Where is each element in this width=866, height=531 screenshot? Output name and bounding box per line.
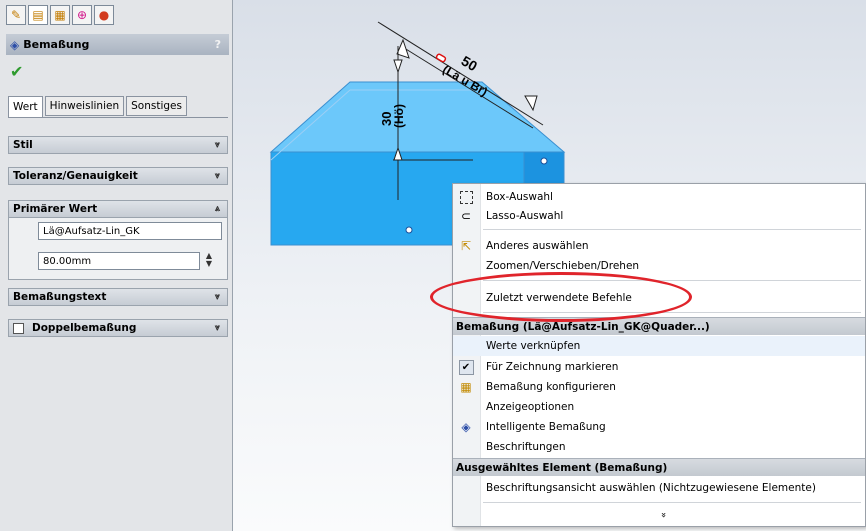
arrowhead-icon <box>524 95 538 112</box>
tab-wert[interactable]: Wert <box>8 96 43 118</box>
menu-item-label: Für Zeichnung markieren <box>486 361 619 373</box>
menu-item-label: Beschriftungsansicht auswählen (Nichtzug… <box>486 482 816 494</box>
arrowhead-icon <box>393 59 403 74</box>
box-select-icon <box>457 188 475 206</box>
menu-item-lasso-auswahl[interactable]: ⊂ Lasso-Auswahl <box>453 206 865 226</box>
checkbox-checked-icon: ✔ <box>457 358 475 376</box>
dimxpert-manager-icon: ⊕ <box>76 8 88 22</box>
menu-item-label: Anderes auswählen <box>486 240 589 252</box>
checkmark-icon: ✔ <box>10 62 24 81</box>
doppelbemassung-checkbox[interactable] <box>13 322 24 334</box>
menu-item-label: Box-Auswahl <box>486 191 553 203</box>
spin-down-icon[interactable]: ▼ <box>200 260 218 268</box>
chevron-up-icon: ⩓ <box>214 204 220 214</box>
chevron-down-icon: ⩔ <box>214 140 220 150</box>
group-toleranz[interactable]: Toleranz/Genauigkeit ⩔ <box>8 167 228 185</box>
feature-manager-icon: ✎ <box>10 8 22 22</box>
highlight-ellipse <box>430 272 692 322</box>
help-icon[interactable]: ? <box>215 38 221 51</box>
tab-sonstiges[interactable]: Sonstiges <box>126 96 187 116</box>
menu-separator <box>483 502 861 503</box>
chevron-down-icon: ⩔ <box>214 323 220 333</box>
menu-item-box-auswahl[interactable]: Box-Auswahl <box>453 187 865 207</box>
configuration-manager-tab[interactable]: ▦ <box>50 5 70 25</box>
chevron-down-icon: ⩔ <box>214 171 220 181</box>
group-stil[interactable]: Stil ⩔ <box>8 136 228 154</box>
arrowhead-icon <box>396 38 410 59</box>
configure-dimension-icon: ▦ <box>460 380 472 394</box>
menu-separator <box>483 229 861 230</box>
group-stil-label: Stil <box>13 139 33 151</box>
menu-item-werte-verknuepfen[interactable]: Werte verknüpfen <box>453 336 865 356</box>
group-bemassungstext[interactable]: Bemaßungstext ⩔ <box>8 288 228 306</box>
menu-item-anderes-auswaehlen[interactable]: ⇱ Anderes auswählen <box>453 236 865 256</box>
menu-item-beschriftungsansicht[interactable]: Beschriftungsansicht auswählen (Nichtzug… <box>453 478 865 498</box>
group-doppel-label: Doppelbemaßung <box>32 322 137 334</box>
property-manager-header: ◈ Bemaßung ? <box>6 34 229 55</box>
property-manager-icon: ▤ <box>32 8 44 22</box>
dimension-value-field[interactable]: 80.00mm <box>38 252 200 270</box>
dimension-vertical-label[interactable]: (Hö) <box>392 104 406 128</box>
property-manager-tab[interactable]: ▤ <box>28 5 48 25</box>
menu-item-label: Bemaßung konfigurieren <box>486 381 616 393</box>
box-top-face[interactable] <box>269 81 566 153</box>
context-menu: Box-Auswahl ⊂ Lasso-Auswahl ⇱ Anderes au… <box>452 183 866 527</box>
value-spinner[interactable]: ▲ ▼ <box>200 252 218 270</box>
manager-tabstrip: ✎ ▤ ▦ ⊕ ● <box>6 5 114 27</box>
menu-item-label: Werte verknüpfen <box>486 340 581 352</box>
group-bemassungstext-label: Bemaßungstext <box>13 291 107 303</box>
ok-button[interactable]: ✔ <box>10 62 23 81</box>
menu-item-fuer-zeichnung-markieren[interactable]: ✔ Für Zeichnung markieren <box>453 357 865 377</box>
group-doppelbemassung[interactable]: Doppelbemaßung ⩔ <box>8 319 228 337</box>
menu-item-label: Beschriftungen <box>486 441 566 453</box>
point-marker <box>405 226 413 234</box>
dimxpert-manager-tab[interactable]: ⊕ <box>72 5 92 25</box>
menu-section-ausgewaehltes-element: Ausgewähltes Element (Bemaßung) <box>453 458 865 476</box>
configuration-manager-icon: ▦ <box>54 8 66 22</box>
dimension-icon: ◈ <box>10 37 20 52</box>
display-manager-icon: ● <box>98 8 110 22</box>
menu-item-intelligente-bemassung[interactable]: ◈ Intelligente Bemaßung <box>453 417 865 437</box>
menu-expand-chevron-icon[interactable]: » <box>650 506 668 524</box>
property-manager-panel: ✎ ▤ ▦ ⊕ ● ◈ Bemaßung ? ✔ Wert Hinweislin… <box>0 0 233 531</box>
feature-manager-tab[interactable]: ✎ <box>6 5 26 25</box>
dimension-name-field[interactable]: Lä@Aufsatz-Lin_GK <box>38 222 222 240</box>
property-subtabs: Wert Hinweislinien Sonstiges <box>8 96 187 118</box>
tab-hinweislinien[interactable]: Hinweislinien <box>44 96 125 116</box>
group-primaer-label: Primärer Wert <box>13 203 98 215</box>
menu-item-anzeigeoptionen[interactable]: Anzeigeoptionen <box>453 397 865 417</box>
menu-item-label: Lasso-Auswahl <box>486 210 564 222</box>
smart-dimension-icon: ◈ <box>461 420 471 434</box>
menu-item-label: Anzeigeoptionen <box>486 401 575 413</box>
point-marker <box>540 157 548 165</box>
link-icon <box>435 53 447 63</box>
display-manager-tab[interactable]: ● <box>94 5 114 25</box>
property-manager-title: Bemaßung <box>23 38 90 51</box>
menu-item-label: Zoomen/Verschieben/Drehen <box>486 260 640 272</box>
menu-item-beschriftungen[interactable]: Beschriftungen <box>453 437 865 457</box>
chevron-down-icon: ⩔ <box>214 292 220 302</box>
menu-item-label: Intelligente Bemaßung <box>486 421 606 433</box>
group-toleranz-label: Toleranz/Genauigkeit <box>13 170 138 182</box>
select-other-icon: ⇱ <box>460 239 472 253</box>
group-primaerer-wert[interactable]: Primärer Wert ⩓ <box>8 200 228 218</box>
menu-item-bemassung-konfigurieren[interactable]: ▦ Bemaßung konfigurieren <box>453 377 865 397</box>
lasso-select-icon: ⊂ <box>460 209 472 223</box>
